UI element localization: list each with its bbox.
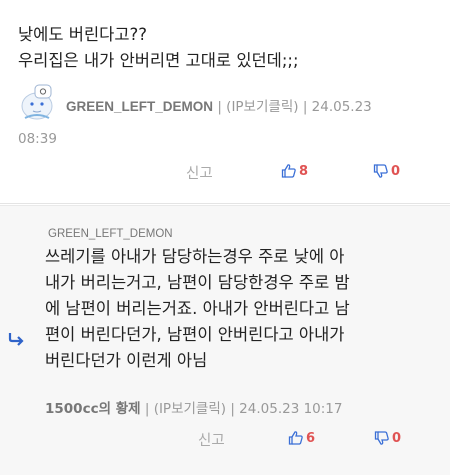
reply-line: 편이 버린다던가, 남편이 안버린다고 아내가 (45, 325, 345, 344)
comment-line: 낮에도 버린다고?? (18, 25, 148, 44)
user-avatar-icon[interactable] (19, 82, 55, 122)
reply-meta: 1500cc의 황제 | (IP보기클릭) | 24.05.23 10:17 (45, 397, 343, 417)
reply-body: 쓰레기를 아내가 담당하는경우 주로 낮에 아 내가 버리는거고, 남편이 담당… (45, 244, 435, 374)
reply-actions: 신고 6 0 (0, 429, 450, 451)
reply-datetime: 24.05.23 10:17 (239, 401, 343, 417)
downvote-button[interactable]: 0 (374, 430, 401, 446)
ip-view-link[interactable]: (IP보기클릭) (154, 401, 226, 417)
comment-line: 우리집은 내가 안버리면 고대로 있던데;;; (18, 51, 299, 70)
reply-to-author[interactable]: GREEN_LEFT_DEMON (48, 228, 173, 240)
reply-arrow-icon (8, 333, 24, 346)
separator: | (144, 401, 154, 417)
reply-line: 버린다던가 이런게 아님 (45, 351, 208, 370)
upvote-button[interactable]: 8 (281, 163, 308, 179)
upvote-count: 6 (306, 430, 316, 446)
reply-line: 내가 버리는거고, 남편이 담당한경우 주로 밤 (45, 273, 350, 292)
thumbs-down-icon (374, 431, 389, 445)
upvote-count: 8 (299, 163, 309, 179)
ip-view-link[interactable]: (IP보기클릭) (226, 99, 298, 115)
comment: 낮에도 버린다고?? 우리집은 내가 안버리면 고대로 있던데;;; GREEN… (0, 0, 450, 204)
comment-author[interactable]: GREEN_LEFT_DEMON (66, 99, 213, 114)
comment-date: 24.05.23 (311, 99, 372, 115)
thumbs-down-icon (373, 164, 388, 178)
upvote-button[interactable]: 6 (288, 430, 315, 446)
separator: | (230, 401, 240, 417)
downvote-button[interactable]: 0 (373, 163, 400, 179)
downvote-count: 0 (392, 430, 402, 446)
reply-comment: GREEN_LEFT_DEMON 쓰레기를 아내가 담당하는경우 주로 낮에 아… (0, 205, 450, 475)
comment-body: 낮에도 버린다고?? 우리집은 내가 안버리면 고대로 있던데;;; (18, 22, 438, 74)
separator: | (217, 99, 227, 115)
comment-actions: 신고 8 0 (0, 162, 450, 184)
comment-meta: GREEN_LEFT_DEMON | (IP보기클릭) | 24.05.23 (66, 95, 372, 115)
reply-author[interactable]: 1500cc의 황제 (45, 401, 141, 417)
report-button[interactable]: 신고 (198, 429, 225, 450)
separator: | (302, 99, 312, 115)
downvote-count: 0 (391, 163, 401, 179)
report-button[interactable]: 신고 (186, 162, 213, 183)
thumbs-up-icon (288, 431, 303, 445)
reply-line: 쓰레기를 아내가 담당하는경우 주로 낮에 아 (45, 247, 345, 266)
thumbs-up-icon (281, 164, 296, 178)
reply-line: 에 남편이 버리는거죠. 아내가 안버린다고 남 (45, 299, 350, 318)
comment-time: 08:39 (18, 131, 57, 147)
